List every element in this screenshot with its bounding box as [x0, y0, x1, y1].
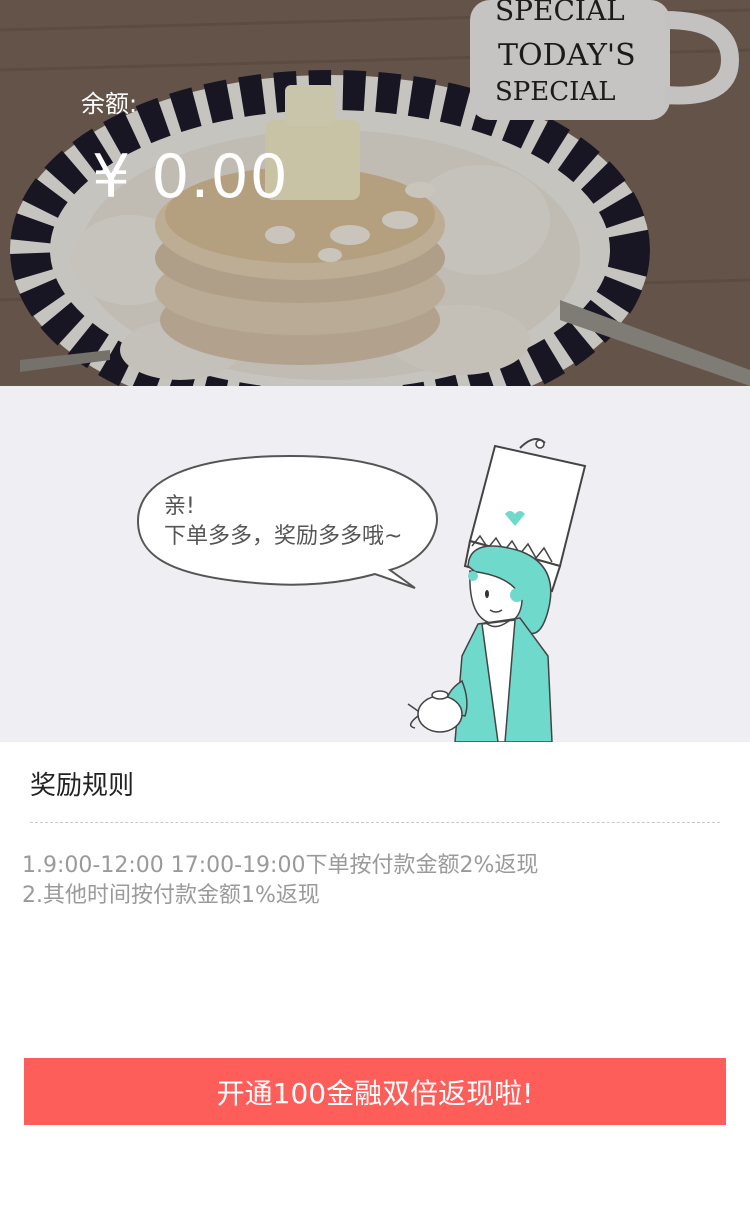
balance-label: 余额: [81, 90, 138, 118]
rule-item-1: 1.9:00-12:00 17:00-19:00下单按付款金额2%返现 [22, 853, 539, 878]
promo-banner: 亲! 下单多多，奖励多多哦~ [0, 386, 750, 742]
balance-hero: SPECIAL TODAY'S SPECIAL 余额: ¥ 0.00 [0, 0, 750, 386]
bubble-line-1: 亲! [164, 494, 195, 519]
rules-title: 奖励规则 [30, 771, 135, 801]
activate-cashback-button[interactable]: 开通100金融双倍返现啦! [24, 1058, 726, 1125]
speech-bubble-text: 亲! 下单多多，奖励多多哦~ [164, 492, 402, 552]
balance-amount: ¥ 0.00 [92, 142, 289, 212]
bubble-line-2: 下单多多，奖励多多哦~ [164, 524, 403, 549]
rules-divider [30, 822, 720, 823]
rule-item-2: 2.其他时间按付款金额1%返现 [22, 883, 320, 908]
chef-mascot-illustration [136, 438, 587, 742]
rules-list: 1.9:00-12:00 17:00-19:00下单按付款金额2%返现 2.其他… [22, 851, 538, 911]
